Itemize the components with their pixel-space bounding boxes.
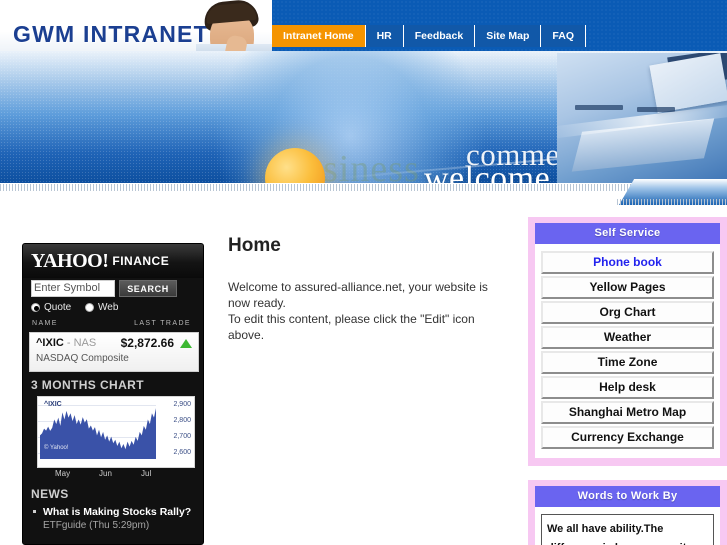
chart-y-tick: 2,600 bbox=[173, 449, 191, 456]
yahoo-finance-widget: YAHOO! FINANCE Enter Symbol SEARCH Quote … bbox=[22, 243, 204, 545]
radio-web[interactable]: Web bbox=[85, 302, 118, 313]
nav-item-faq[interactable]: FAQ bbox=[541, 25, 586, 47]
words-to-work-by-heading: Words to Work By bbox=[535, 486, 720, 507]
news-title: NEWS bbox=[31, 487, 69, 501]
nav-item-site-map[interactable]: Site Map bbox=[475, 25, 542, 47]
nav-item-intranet-home[interactable]: Intranet Home bbox=[272, 25, 366, 47]
yahoo-search-row: Enter Symbol SEARCH bbox=[23, 278, 203, 300]
chart-x-tick: May bbox=[55, 469, 71, 478]
chart-x-tick: Jun bbox=[99, 469, 112, 478]
quote-company-name: NASDAQ Composite bbox=[36, 353, 129, 364]
main-area: YAHOO! FINANCE Enter Symbol SEARCH Quote … bbox=[0, 205, 727, 545]
page-content: Home Welcome to assured-alliance.net, yo… bbox=[228, 235, 513, 343]
chart-x-axis: May Jun Jul bbox=[37, 468, 195, 482]
businessman-photo bbox=[196, 0, 274, 58]
nav-item-hr[interactable]: HR bbox=[365, 25, 404, 47]
sidebar-item-weather[interactable]: Weather bbox=[541, 326, 714, 349]
self-service-list: Phone book Yellow Pages Org Chart Weathe… bbox=[535, 244, 720, 458]
content-paragraph-2: To edit this content, please click the "… bbox=[228, 312, 475, 342]
quote-symbol: ^IXIC - NAS bbox=[36, 337, 96, 349]
banner-laptop-photo bbox=[557, 53, 727, 183]
quote-exchange-text: - NAS bbox=[66, 337, 97, 349]
news-source: ETFguide (Thu 5:29pm) bbox=[43, 520, 150, 531]
radio-quote[interactable]: Quote bbox=[31, 302, 71, 313]
quote-row[interactable]: ^IXIC - NAS $2,872.66 NASDAQ Composite bbox=[29, 332, 199, 372]
sidebar-item-shanghai-metro-map[interactable]: Shanghai Metro Map bbox=[541, 401, 714, 424]
self-service-heading: Self Service bbox=[535, 223, 720, 244]
words-to-work-by-panel: Words to Work By We all have ability.The… bbox=[528, 480, 727, 545]
sidebar-item-currency-exchange[interactable]: Currency Exchange bbox=[541, 426, 714, 449]
radio-web-dot-icon bbox=[85, 303, 94, 312]
quote-table-header: NAME LAST TRADE bbox=[23, 318, 203, 332]
sidebar-item-help-desk[interactable]: Help desk bbox=[541, 376, 714, 399]
yahoo-wordmark: YAHOO! bbox=[31, 250, 109, 272]
chart-y-tick: 2,900 bbox=[173, 401, 191, 408]
words-to-work-by-body: We all have ability.The difference is ho… bbox=[535, 507, 720, 545]
nav-item-list: Intranet Home HR Feedback Site Map FAQ bbox=[272, 25, 586, 47]
header-divider bbox=[0, 179, 727, 205]
laptop-paper-shape bbox=[649, 53, 727, 113]
divider-dot-strip bbox=[0, 184, 727, 191]
quote-last-price: $2,872.66 bbox=[120, 336, 174, 350]
quote-symbol-text: ^IXIC bbox=[36, 337, 64, 349]
sidebar-item-time-zone[interactable]: Time Zone bbox=[541, 351, 714, 374]
yahoo-finance-label: FINANCE bbox=[112, 254, 170, 268]
chart-x-tick: Jul bbox=[141, 469, 152, 478]
radio-web-label: Web bbox=[98, 302, 119, 313]
chart-y-tick: 2,800 bbox=[173, 417, 191, 424]
yahoo-widget-header: YAHOO! FINANCE bbox=[23, 244, 203, 278]
main-navigation: Intranet Home HR Feedback Site Map FAQ bbox=[272, 0, 727, 51]
symbol-search-input[interactable]: Enter Symbol bbox=[31, 280, 115, 297]
radio-quote-label: Quote bbox=[44, 302, 72, 313]
price-chart: ^IXIC © Yahoo! 2,900 2,800 2,700 2,600 bbox=[37, 396, 195, 468]
column-header-last-trade: LAST TRADE bbox=[134, 320, 191, 327]
search-scope-radios: Quote Web bbox=[23, 300, 203, 318]
site-header: GWM INTRANET Intranet Home HR Feedback S… bbox=[0, 0, 727, 58]
chart-y-tick: 2,700 bbox=[173, 433, 191, 440]
chart-series-label: ^IXIC bbox=[44, 401, 62, 408]
sidebar-item-phone-book[interactable]: Phone book bbox=[541, 251, 714, 274]
right-sidebar: Self Service Phone book Yellow Pages Org… bbox=[528, 217, 727, 545]
quote-text: We all have ability.The difference is ho… bbox=[547, 523, 689, 545]
content-paragraph-1: Welcome to assured-alliance.net, your we… bbox=[228, 280, 488, 310]
sidebar-item-yellow-pages[interactable]: Yellow Pages bbox=[541, 276, 714, 299]
page-root: GWM INTRANET Intranet Home HR Feedback S… bbox=[0, 0, 727, 545]
sidebar-item-org-chart[interactable]: Org Chart bbox=[541, 301, 714, 324]
nav-item-feedback[interactable]: Feedback bbox=[403, 25, 476, 47]
radio-quote-dot-icon bbox=[31, 303, 40, 312]
news-headline[interactable]: What is Making Stocks Rally? bbox=[43, 506, 191, 518]
news-bullet-icon bbox=[33, 510, 36, 513]
hero-banner: business commerce welcome bbox=[0, 51, 727, 183]
search-button[interactable]: SEARCH bbox=[119, 280, 177, 297]
page-title: Home bbox=[228, 235, 281, 256]
chart-title: 3 MONTHS CHART bbox=[31, 378, 144, 392]
trend-up-icon bbox=[180, 339, 192, 348]
laptop-key-shape bbox=[575, 105, 623, 110]
site-logo: GWM INTRANET bbox=[13, 21, 209, 47]
chart-credit: © Yahoo! bbox=[44, 445, 69, 451]
yahoo-logo: YAHOO! FINANCE bbox=[31, 250, 169, 273]
quote-box: We all have ability.The difference is ho… bbox=[541, 514, 714, 545]
column-header-name: NAME bbox=[32, 320, 58, 327]
self-service-panel: Self Service Phone book Yellow Pages Org… bbox=[528, 217, 727, 466]
